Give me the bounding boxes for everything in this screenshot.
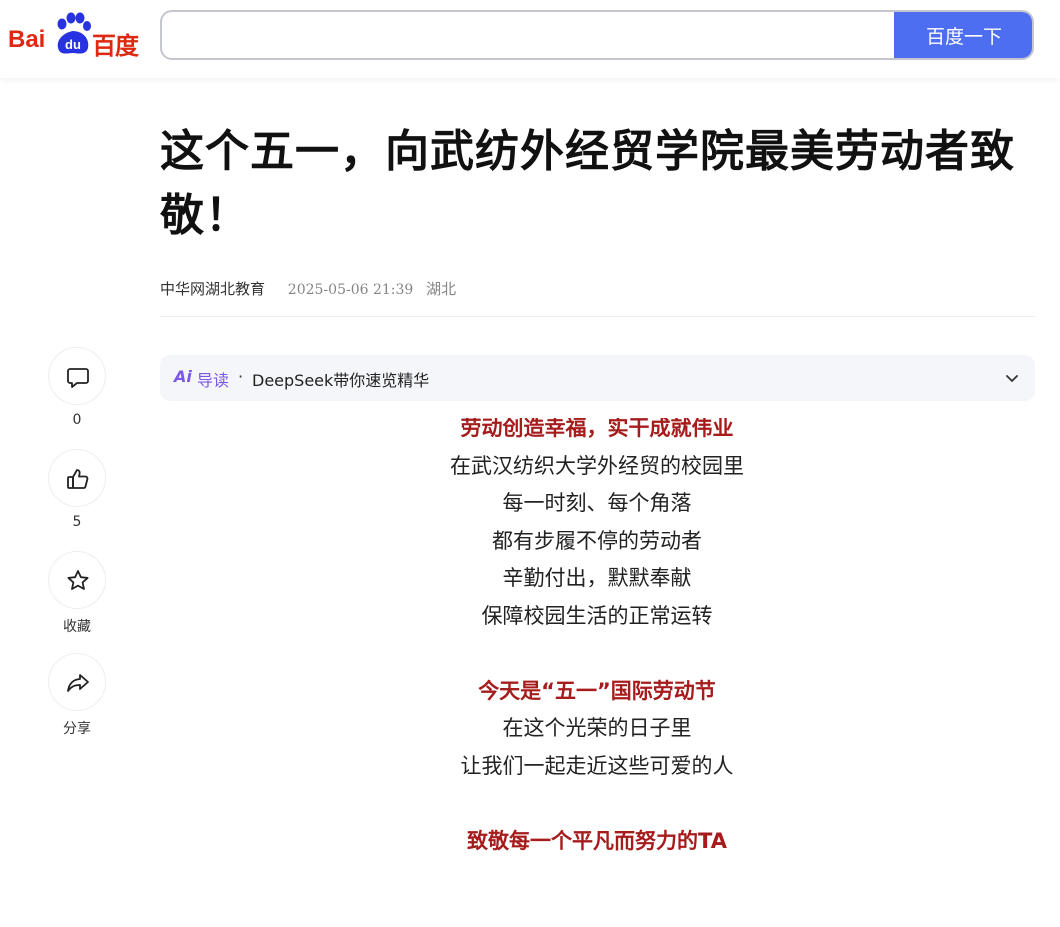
paw-icon: du [57,12,91,54]
ai-summary-label: 导读 [197,371,230,390]
body-line: 劳动创造幸福，实干成就伟业 [460,418,734,440]
divider [160,316,1035,317]
comment-button[interactable] [48,347,106,405]
body-line: 辛勤付出，默默奉献 [502,566,692,590]
top-bar: Bai du 百度 百度一下 [0,0,1060,78]
share-label: 分享 [63,721,91,737]
comment-icon [67,368,89,388]
publish-location: 湖北 [426,280,457,298]
ai-summary-bar[interactable]: Ai 导读 · DeepSeek带你速览精华 [160,355,1035,401]
search-box: 百度一下 [160,10,1034,60]
share-button[interactable] [48,653,106,711]
body-line: 让我们一起走近这些可爱的人 [460,753,734,778]
search-input[interactable] [162,12,924,58]
favorite-button[interactable] [48,551,106,609]
author-name[interactable]: 中华网湖北教育 [160,280,265,298]
article-title: 这个五一，向武纺外经贸学院最美劳动者致敬！ [160,126,1015,241]
article-body: 劳动创造幸福，实干成就伟业 在武汉纺织大学外经贸的校园里 每一时刻、每个角落 都… [380,418,814,927]
body-blank-line [380,635,814,673]
body-line: 在这个光荣的日子里 [502,716,692,740]
like-button[interactable] [48,449,106,507]
body-line: 都有步履不停的劳动者 [492,528,702,553]
ai-logo-icon: Ai [174,367,192,386]
search-button[interactable]: 百度一下 [894,12,1032,58]
body-line-highlight: 致敬每一个平凡而努力的TA [467,828,727,853]
logo-du-text: du [65,37,81,52]
ai-summary-text: DeepSeek带你速览精华 [252,371,430,390]
baidu-logo[interactable]: Bai du 百度 [8,12,139,60]
comment-count: 0 [72,412,82,428]
body-line: 每一时刻、每个角落 [502,491,692,515]
body-line-highlight: 今天是“五一”国际劳动节 [478,678,716,703]
ai-summary-separator: · [238,367,244,386]
like-count: 5 [72,514,82,530]
share-icon [67,674,89,692]
body-line: 保障校园生活的正常运转 [481,603,713,628]
article-meta: 中华网湖北教育 2025-05-06 21:39 湖北 [160,278,456,299]
chevron-down-icon[interactable] [1003,369,1021,387]
favorite-label: 收藏 [63,619,91,635]
star-icon [67,570,89,590]
like-icon [67,469,89,489]
body-blank-line [380,785,814,823]
body-line: 在武汉纺织大学外经贸的校园里 [450,453,744,478]
publish-date: 2025-05-06 21:39 [287,282,414,298]
logo-text-baidu-cn: 百度 [92,33,139,60]
logo-text-bai: Bai [8,26,46,53]
